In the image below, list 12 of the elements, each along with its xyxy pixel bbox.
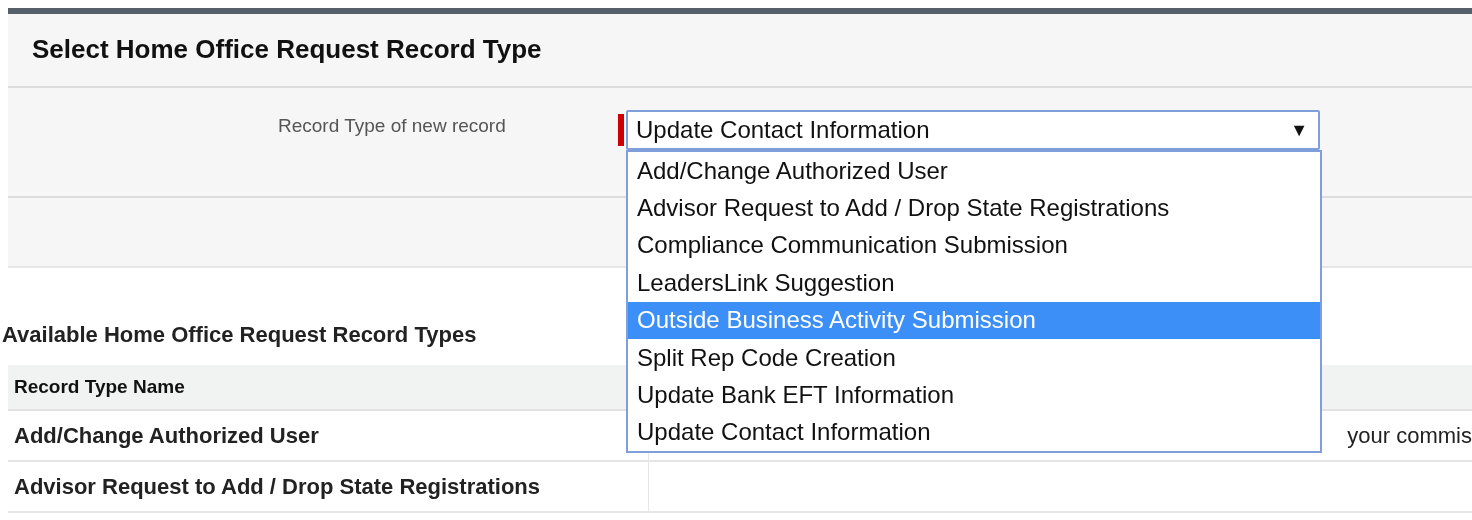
page-title: Select Home Office Request Record Type <box>32 34 542 66</box>
dropdown-option[interactable]: LeadersLink Suggestion <box>628 264 1320 302</box>
dropdown-option[interactable]: Update Bank EFT Information <box>628 376 1320 414</box>
record-type-dropdown[interactable]: Update Contact Information ▼ <box>626 110 1320 150</box>
dropdown-option[interactable]: Split Rep Code Creation <box>628 338 1320 377</box>
field-label: Record Type of new record <box>278 114 506 138</box>
dropdown-option[interactable]: Advisor Request to Add / Drop State Registrations <box>628 189 1320 227</box>
table-cell: Advisor Request to Add / Drop State Registrations <box>8 462 648 513</box>
section-title: Available Home Office Request Record Types <box>2 321 477 349</box>
dropdown-option[interactable]: Compliance Communication Submission <box>628 226 1320 265</box>
dropdown-option[interactable]: Add/Change Authorized User <box>628 152 1320 190</box>
dropdown-arrow-icon: ▼ <box>1290 116 1308 144</box>
